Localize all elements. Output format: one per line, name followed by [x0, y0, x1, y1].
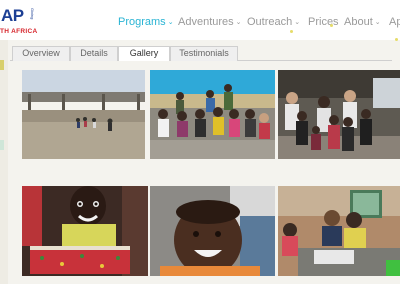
site-header: AP Giving TH AFRICA Programs ⌄ Adventures… — [0, 0, 400, 41]
gallery-photo-group-indoor[interactable] — [278, 70, 400, 159]
tab-details[interactable]: Details — [70, 46, 118, 61]
tab-gallery[interactable]: Gallery — [118, 46, 170, 61]
nav-label: About — [344, 16, 373, 28]
nav-apply[interactable]: Ap — [389, 14, 400, 30]
nav-about[interactable]: About ⌄ — [344, 14, 381, 32]
gallery-photo-child-with-gift[interactable] — [22, 186, 148, 276]
logo-wordmark-blue: AP — [1, 6, 24, 25]
left-edge-strip — [0, 40, 8, 284]
photo-gallery — [22, 70, 400, 284]
logo-subtitle: TH AFRICA — [0, 28, 38, 35]
decorative-dot — [290, 30, 293, 33]
nav-label: Adventures — [178, 16, 234, 28]
edge-marker — [0, 60, 4, 70]
gallery-photo-group-outdoor[interactable] — [150, 70, 275, 159]
chevron-down-icon: ⌄ — [167, 19, 174, 26]
nav-label: Prices — [308, 16, 339, 28]
nav-prices[interactable]: Prices — [308, 14, 339, 30]
nav-label: Programs — [118, 16, 166, 28]
nav-programs[interactable]: Programs ⌄ — [118, 14, 174, 32]
tab-overview[interactable]: Overview — [12, 46, 70, 61]
chevron-down-icon: ⌄ — [374, 19, 381, 26]
decorative-dot — [395, 38, 398, 41]
nav-adventures[interactable]: Adventures ⌄ — [178, 14, 242, 32]
nav-label: Ap — [389, 16, 400, 28]
site-logo[interactable]: AP Giving TH AFRICA — [0, 6, 46, 36]
tab-testimonials[interactable]: Testimonials — [170, 46, 238, 61]
gallery-photo-flooded-courtyard[interactable] — [22, 70, 145, 159]
logo-vertical-text: Giving — [30, 8, 34, 20]
gallery-photo-children-reading[interactable] — [278, 186, 400, 276]
edge-marker — [0, 140, 4, 150]
gallery-photo-smiling-child[interactable] — [150, 186, 275, 276]
chevron-down-icon: ⌄ — [294, 19, 301, 26]
decorative-dot — [330, 24, 333, 27]
nav-label: Outreach — [247, 16, 293, 28]
chevron-down-icon: ⌄ — [235, 19, 242, 26]
logo-wordmark: AP — [1, 6, 24, 26]
